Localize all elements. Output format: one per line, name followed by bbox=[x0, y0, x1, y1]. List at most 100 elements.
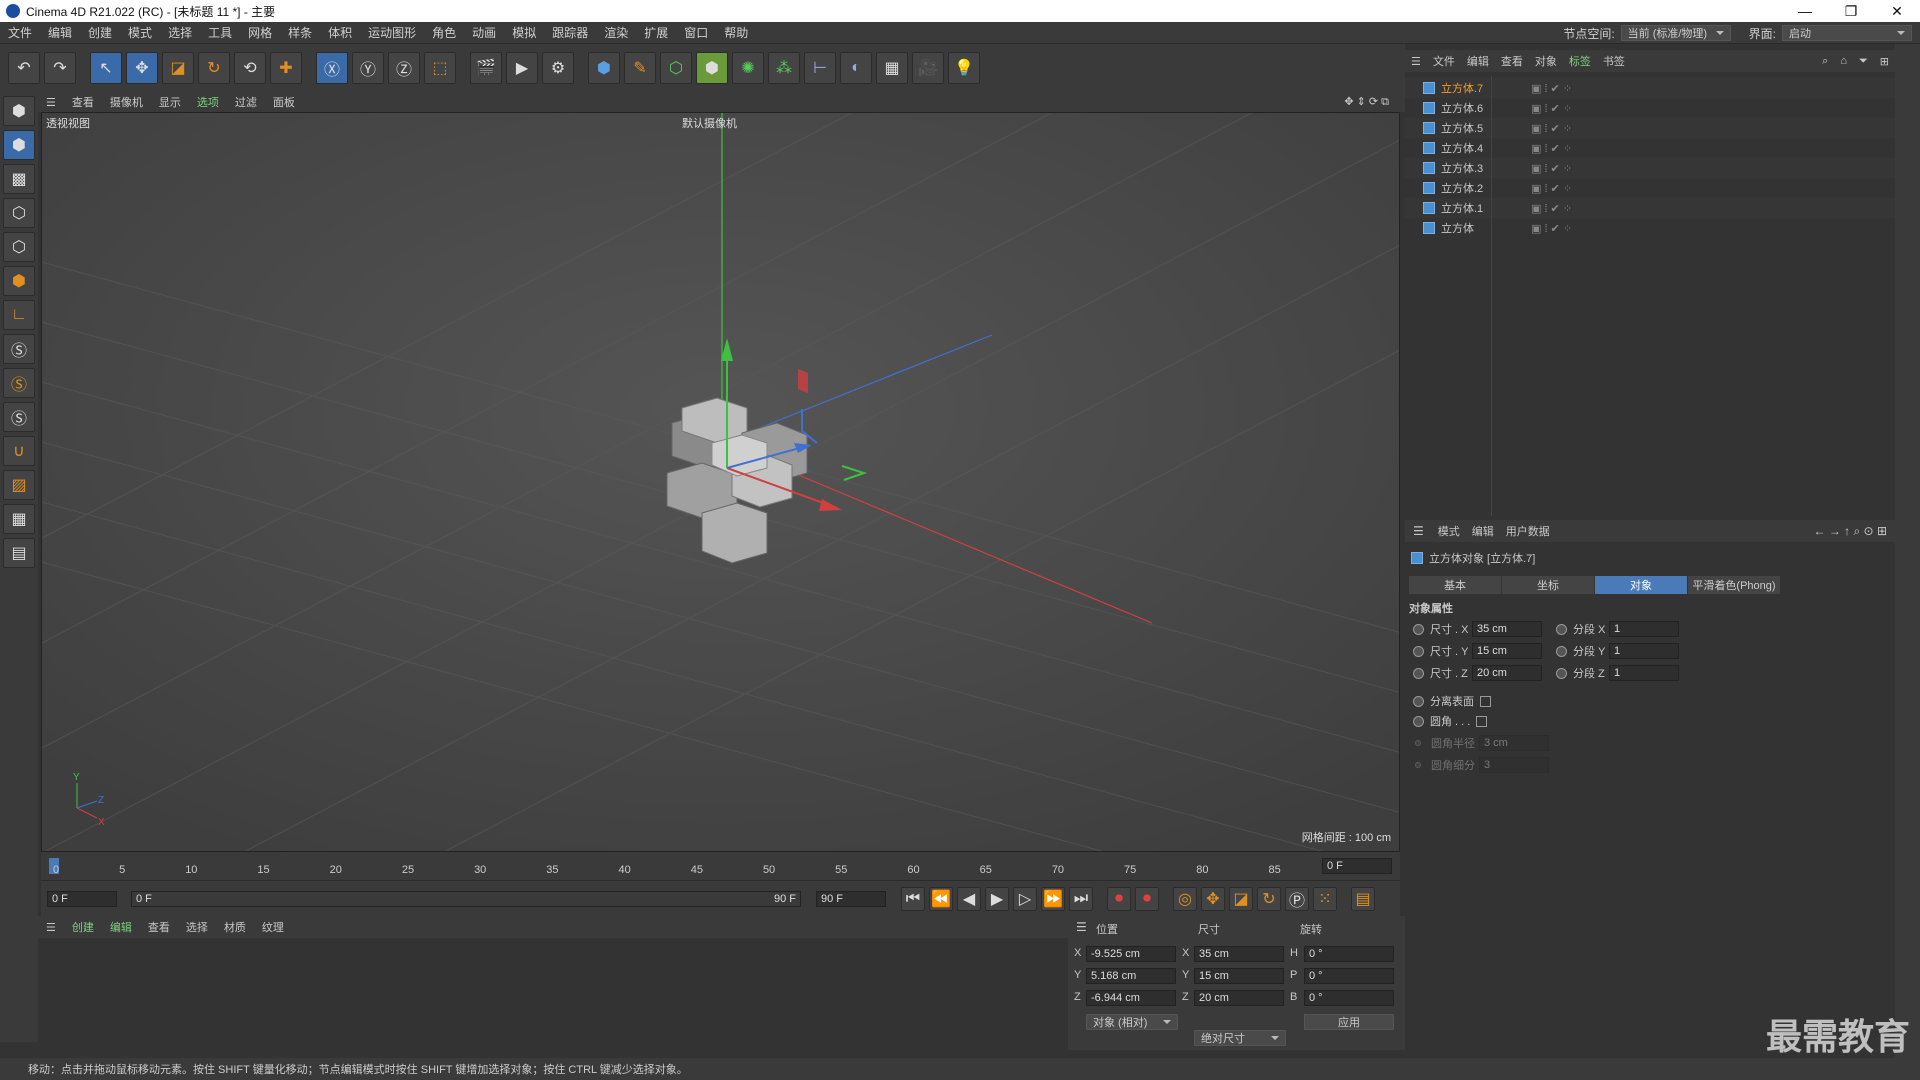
fillet-checkbox[interactable] bbox=[1476, 715, 1488, 727]
object-menu-item[interactable]: 文件 bbox=[1427, 53, 1461, 69]
size-y-input[interactable]: 15 cm bbox=[1472, 643, 1542, 659]
hamburger-icon[interactable]: ☰ bbox=[38, 921, 64, 934]
object-row[interactable]: 立方体.4 ▣ ⁞ ✔ ⁘ bbox=[1405, 138, 1895, 158]
coordinate-mode-select[interactable]: 对象 (相对) bbox=[1086, 1014, 1178, 1030]
visibility-icon[interactable]: ▣ ⁞ ✔ ⁘ bbox=[1531, 222, 1572, 235]
hamburger-icon[interactable]: ☰ bbox=[1405, 55, 1427, 68]
object-name[interactable]: 立方体 bbox=[1441, 220, 1531, 236]
menu-item[interactable]: 跟踪器 bbox=[544, 24, 596, 41]
next-frame-icon[interactable]: ▷ bbox=[1013, 887, 1037, 911]
edges-mode-icon[interactable]: ⬡ bbox=[3, 232, 35, 262]
coordinate-system-icon[interactable]: ⬚ bbox=[424, 52, 456, 84]
move-tool-icon[interactable]: ✥ bbox=[126, 52, 158, 84]
menu-item[interactable]: 选择 bbox=[160, 24, 200, 41]
size-x-field[interactable]: 35 cm bbox=[1194, 946, 1284, 962]
key-position-icon[interactable]: ✥ bbox=[1201, 887, 1225, 911]
object-menu-item[interactable]: 书签 bbox=[1597, 53, 1631, 69]
material-menu-item[interactable]: 纹理 bbox=[254, 919, 292, 935]
object-row[interactable]: 立方体.6 ▣ ⁞ ✔ ⁘ bbox=[1405, 98, 1895, 118]
apply-button[interactable]: 应用 bbox=[1304, 1014, 1394, 1030]
rotate-tool-icon[interactable]: ↻ bbox=[198, 52, 230, 84]
animation-radio-icon[interactable] bbox=[1413, 645, 1424, 657]
menu-item[interactable]: 工具 bbox=[200, 24, 240, 41]
object-row[interactable]: 立方体.1 ▣ ⁞ ✔ ⁘ bbox=[1405, 198, 1895, 218]
add-tool-icon[interactable]: ✚ bbox=[270, 52, 302, 84]
viewport-menu-item[interactable]: 查看 bbox=[64, 94, 102, 110]
position-y-field[interactable]: 5.168 cm bbox=[1086, 968, 1176, 984]
menu-item[interactable]: 体积 bbox=[320, 24, 360, 41]
model-mode-icon[interactable]: ⬢ bbox=[3, 130, 35, 160]
tab-basic[interactable]: 基本 bbox=[1409, 576, 1501, 594]
object-name[interactable]: 立方体.1 bbox=[1441, 200, 1531, 216]
viewport-menu-item[interactable]: 过滤 bbox=[227, 94, 265, 110]
quantize-icon[interactable]: Ⓢ bbox=[3, 402, 35, 432]
visibility-icon[interactable]: ▣ ⁞ ✔ ⁘ bbox=[1531, 202, 1572, 215]
scale-tool-icon[interactable]: ◪ bbox=[162, 52, 194, 84]
points-mode-icon[interactable]: ⬡ bbox=[3, 198, 35, 228]
attr-menu-item[interactable]: 编辑 bbox=[1466, 523, 1500, 539]
animation-radio-icon[interactable] bbox=[1413, 623, 1424, 635]
rotation-p-field[interactable]: 0 ° bbox=[1304, 968, 1394, 984]
rotation-b-field[interactable]: 0 ° bbox=[1304, 990, 1394, 1006]
segment-x-input[interactable]: 1 bbox=[1609, 621, 1679, 637]
cube-icon[interactable]: ⬢ bbox=[588, 52, 620, 84]
position-x-field[interactable]: -9.525 cm bbox=[1086, 946, 1176, 962]
visibility-icon[interactable]: ▣ ⁞ ✔ ⁘ bbox=[1531, 82, 1572, 95]
size-y-field[interactable]: 15 cm bbox=[1194, 968, 1284, 984]
play-icon[interactable]: ▶ bbox=[985, 887, 1009, 911]
current-frame-field[interactable]: 0 F bbox=[1322, 858, 1392, 874]
animation-radio-icon[interactable] bbox=[1556, 667, 1567, 679]
key-rotation-icon[interactable]: ↻ bbox=[1257, 887, 1281, 911]
snap-settings-icon[interactable]: Ⓢ bbox=[3, 368, 35, 398]
object-menu-item[interactable]: 标签 bbox=[1563, 53, 1597, 69]
key-parameter-icon[interactable]: Ⓟ bbox=[1285, 887, 1309, 911]
menu-item[interactable]: 样条 bbox=[280, 24, 320, 41]
viewport-menu-item[interactable]: 显示 bbox=[151, 94, 189, 110]
cloner-icon[interactable]: ✺ bbox=[732, 52, 764, 84]
object-name[interactable]: 立方体.6 bbox=[1441, 100, 1531, 116]
menu-item[interactable]: 网格 bbox=[240, 24, 280, 41]
close-button[interactable]: ✕ bbox=[1874, 0, 1920, 22]
material-menu-item[interactable]: 查看 bbox=[140, 919, 178, 935]
animation-radio-icon[interactable] bbox=[1556, 623, 1567, 635]
new-window-icon[interactable]: ⊞ bbox=[1874, 55, 1895, 68]
z-axis-lock-icon[interactable]: Ⓩ bbox=[388, 52, 420, 84]
start-frame-field[interactable]: 0 F bbox=[47, 891, 117, 907]
floor-icon[interactable]: ▦ bbox=[876, 52, 908, 84]
material-menu-item[interactable]: 选择 bbox=[178, 919, 216, 935]
key-scale-icon[interactable]: ◪ bbox=[1229, 887, 1253, 911]
minimize-button[interactable]: — bbox=[1782, 0, 1828, 22]
object-row[interactable]: 立方体.5 ▣ ⁞ ✔ ⁘ bbox=[1405, 118, 1895, 138]
undo-icon[interactable]: ↶ bbox=[8, 52, 40, 84]
material-menu-item[interactable]: 创建 bbox=[64, 919, 102, 935]
tab-phong[interactable]: 平滑着色(Phong) bbox=[1688, 576, 1780, 594]
object-menu-item[interactable]: 编辑 bbox=[1461, 53, 1495, 69]
y-axis-lock-icon[interactable]: Ⓨ bbox=[352, 52, 384, 84]
visibility-icon[interactable]: ▣ ⁞ ✔ ⁘ bbox=[1531, 182, 1572, 195]
filter-icon[interactable]: ⏷ bbox=[1853, 55, 1874, 68]
material-menu-item[interactable]: 编辑 bbox=[102, 919, 140, 935]
menu-item[interactable]: 动画 bbox=[464, 24, 504, 41]
attr-menu-item[interactable]: 用户数据 bbox=[1500, 523, 1556, 539]
record-icon[interactable]: ⏺ bbox=[1107, 887, 1131, 911]
scene-environment-icon[interactable]: ◐ bbox=[840, 52, 872, 84]
go-to-start-icon[interactable]: ⏮ bbox=[901, 887, 925, 911]
hamburger-icon[interactable]: ☰ bbox=[1405, 524, 1432, 538]
object-menu-item[interactable]: 对象 bbox=[1529, 53, 1563, 69]
light-icon[interactable]: 💡 bbox=[948, 52, 980, 84]
viewport-menu-item[interactable]: 选项 bbox=[189, 94, 227, 110]
deformer-icon[interactable]: ⊢ bbox=[804, 52, 836, 84]
visibility-icon[interactable]: ▣ ⁞ ✔ ⁘ bbox=[1531, 102, 1572, 115]
workplane-settings-icon[interactable]: ▤ bbox=[3, 538, 35, 568]
spline-pen-icon[interactable]: ✎ bbox=[624, 52, 656, 84]
animation-radio-icon[interactable] bbox=[1413, 667, 1424, 679]
animation-radio-icon[interactable] bbox=[1413, 715, 1424, 727]
object-name[interactable]: 立方体.3 bbox=[1441, 160, 1531, 176]
object-row[interactable]: 立方体.2 ▣ ⁞ ✔ ⁘ bbox=[1405, 178, 1895, 198]
end-frame-field[interactable]: 90 F bbox=[816, 891, 886, 907]
render-view-icon[interactable]: 🎬 bbox=[470, 52, 502, 84]
magnet-icon[interactable]: ∪ bbox=[3, 436, 35, 466]
menu-item[interactable]: 运动图形 bbox=[360, 24, 424, 41]
size-x-input[interactable]: 35 cm bbox=[1472, 621, 1542, 637]
workplane-icon[interactable]: ▨ bbox=[3, 470, 35, 500]
